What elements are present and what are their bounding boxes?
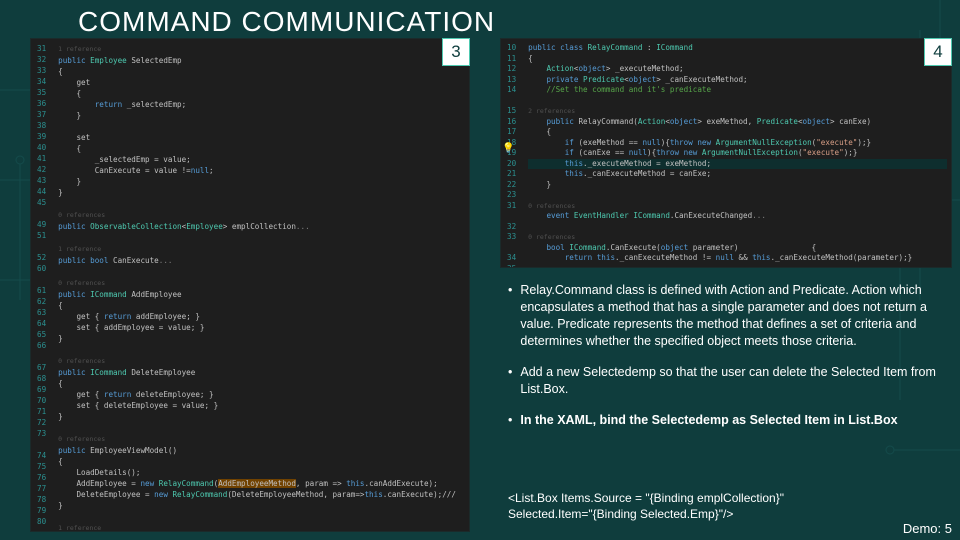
slide-title: COMMAND COMMUNICATION xyxy=(78,6,495,38)
step-badge-4: 4 xyxy=(924,38,952,66)
code-body-right: 💡public class RelayCommand : ICommand { … xyxy=(520,39,951,267)
lightbulb-icon: 💡 xyxy=(502,144,514,155)
code-panel-left: 31 32 33 34 35 36 37 38 39 40 41 42 43 4… xyxy=(30,38,470,532)
bullet-list: •Relay.Command class is defined with Act… xyxy=(508,282,948,443)
line-numbers-left: 31 32 33 34 35 36 37 38 39 40 41 42 43 4… xyxy=(31,39,50,531)
bullet-item: •Relay.Command class is defined with Act… xyxy=(508,282,948,350)
xaml-snippet: <List.Box Items.Source = "{Binding emplC… xyxy=(508,490,948,522)
demo-label: Demo: 5 xyxy=(903,521,952,536)
code-body-left: 1 reference public Employee SelectedEmp … xyxy=(50,39,469,531)
bullet-item: •Add a new Selectedemp so that the user … xyxy=(508,364,948,398)
slide: COMMAND COMMUNICATION 31 32 33 34 35 36 … xyxy=(0,0,960,540)
step-badge-3: 3 xyxy=(442,38,470,66)
code-panel-right: 10 11 12 13 14 15 16 17 18 19 20 21 22 2… xyxy=(500,38,952,268)
bullet-item: •In the XAML, bind the Selectedemp as Se… xyxy=(508,412,948,429)
